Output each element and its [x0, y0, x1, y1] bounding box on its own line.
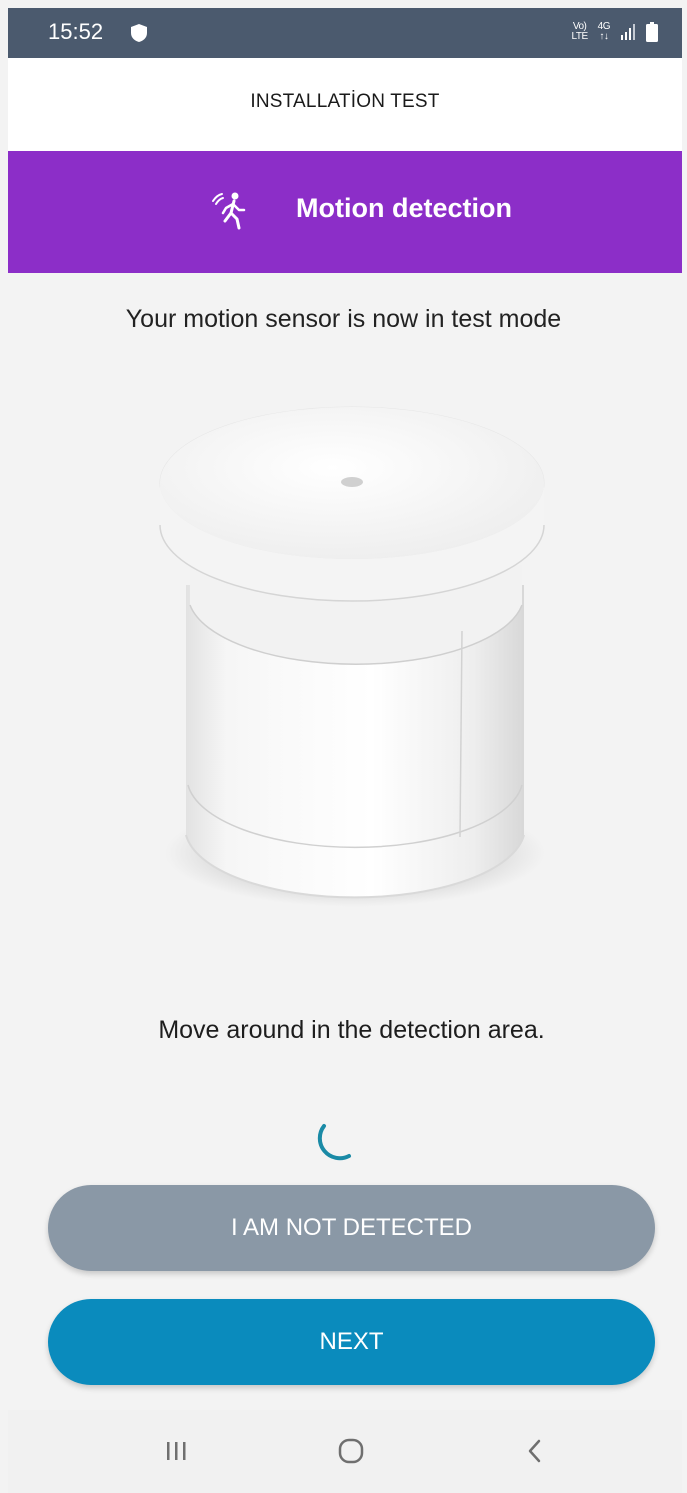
status-bar: 15:52 Vo) LTE 4G ↑↓ [8, 8, 682, 58]
loading-spinner-icon [317, 1124, 351, 1161]
page-title: INSTALLATİON TEST [250, 91, 440, 112]
battery-icon [646, 22, 658, 42]
network-type-bottom: ↑↓ [599, 31, 609, 42]
shield-icon [131, 24, 147, 42]
signal-icon [621, 24, 635, 40]
system-nav-bar [8, 1410, 682, 1493]
motion-sensor-image [159, 406, 545, 907]
status-time: 15:52 [48, 19, 104, 44]
status-icons: Vo) LTE 4G ↑↓ [572, 22, 658, 42]
back-icon[interactable] [526, 1438, 544, 1464]
recents-icon[interactable] [165, 1440, 187, 1462]
volte-indicator: Vo) LTE [571, 22, 589, 42]
instruction-text: Move around in the detection area. [158, 1016, 545, 1044]
next-button[interactable]: NEXT [48, 1299, 655, 1385]
test-mode-text: Your motion sensor is now in test mode [125, 305, 562, 333]
volte-bottom: LTE [571, 31, 589, 42]
not-detected-button[interactable]: I AM NOT DETECTED [48, 1185, 655, 1271]
motion-person-icon [212, 192, 246, 230]
network-type-indicator: 4G ↑↓ [598, 22, 611, 42]
motion-detection-banner: Motion detection [8, 151, 682, 273]
top-bar: INSTALLATİON TEST [8, 58, 682, 151]
banner-title: Motion detection [296, 193, 512, 223]
home-icon[interactable] [338, 1438, 364, 1464]
